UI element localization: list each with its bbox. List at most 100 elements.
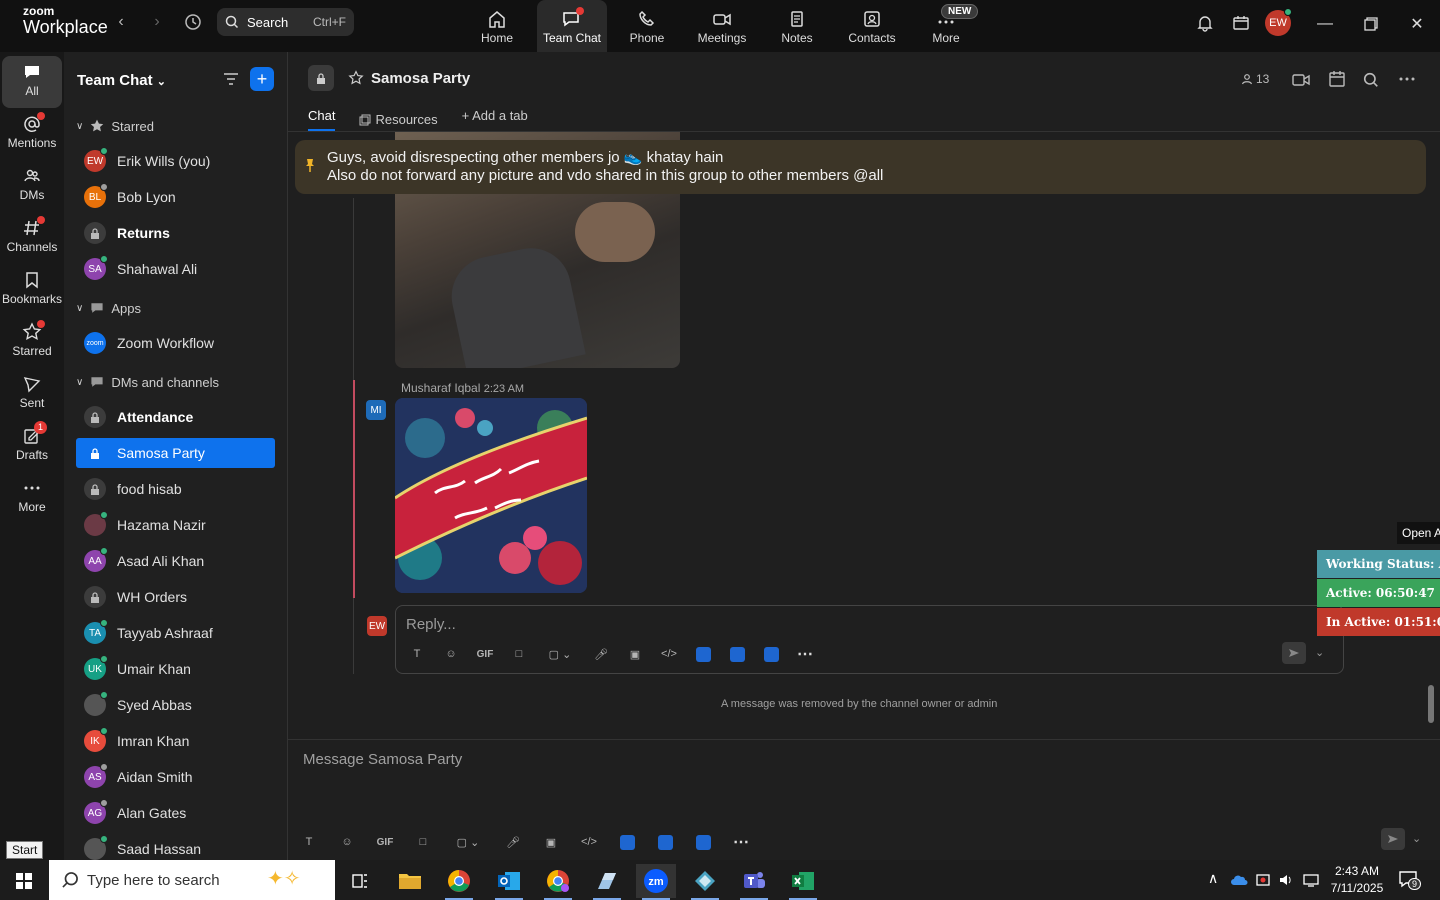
- app-icon[interactable]: [648, 834, 682, 850]
- calendar-widget-icon[interactable]: [1231, 13, 1251, 33]
- screenshot-icon[interactable]: ▢ ⌄: [536, 648, 584, 661]
- taskbar-clock[interactable]: 2:43 AM 7/11/2025: [1322, 863, 1392, 897]
- forward-arrow-icon[interactable]: ›: [147, 12, 167, 32]
- nav-phone[interactable]: Phone: [612, 0, 682, 52]
- code-icon[interactable]: </>: [652, 648, 686, 660]
- more-options-icon[interactable]: [1398, 76, 1416, 82]
- nav-notes[interactable]: Notes: [762, 0, 832, 52]
- app-icon[interactable]: [686, 834, 720, 850]
- chat-item-bob-lyon[interactable]: BL Bob Lyon: [76, 182, 275, 212]
- nav-home[interactable]: Home: [462, 0, 532, 52]
- send-button[interactable]: [1381, 828, 1405, 850]
- app-icon[interactable]: [610, 834, 644, 850]
- more-apps-icon[interactable]: ⋯: [788, 644, 822, 664]
- chat-item-shahawal-ali[interactable]: SA Shahawal Ali: [76, 254, 275, 284]
- video-message-icon[interactable]: ▣: [534, 836, 568, 849]
- video-message-icon[interactable]: ▣: [618, 648, 652, 661]
- section-dms-channels[interactable]: ∨ DMs and channels: [76, 374, 219, 390]
- rail-more[interactable]: More: [2, 472, 62, 524]
- message-scrollbar[interactable]: [1428, 132, 1434, 732]
- chat-item-asad-ali-khan[interactable]: AA Asad Ali Khan: [76, 546, 275, 576]
- chat-item-wh-orders[interactable]: WH Orders: [76, 582, 275, 612]
- bell-icon[interactable]: [1195, 13, 1215, 33]
- app-icon[interactable]: [685, 864, 725, 900]
- search-bar[interactable]: Search Ctrl+F: [217, 8, 354, 36]
- send-options-chevron-icon[interactable]: ⌄: [1315, 646, 1324, 659]
- chat-item-tayyab-ashraaf[interactable]: TA Tayyab Ashraaf: [76, 618, 275, 648]
- section-starred[interactable]: ∨ Starred: [76, 118, 154, 134]
- file-explorer-icon[interactable]: [390, 864, 430, 898]
- nav-contacts[interactable]: Contacts: [837, 0, 907, 52]
- sender-name[interactable]: Musharaf Iqbal: [401, 381, 480, 395]
- more-apps-icon[interactable]: ⋯: [724, 832, 758, 852]
- app-icon[interactable]: [686, 646, 720, 662]
- chat-item-umair-khan[interactable]: UK Umair Khan: [76, 654, 275, 684]
- emoji-icon[interactable]: ☺: [434, 648, 468, 660]
- chat-item-hazama-nazir[interactable]: Hazama Nazir: [76, 510, 275, 540]
- chat-item-alan-gates[interactable]: AG Alan Gates: [76, 798, 275, 828]
- text-format-icon[interactable]: T: [292, 836, 326, 848]
- new-chat-button[interactable]: +: [250, 67, 274, 91]
- search-icon[interactable]: [1363, 72, 1379, 88]
- reply-input[interactable]: Reply...: [406, 616, 456, 633]
- chat-item-samosa-party[interactable]: Samosa Party: [76, 438, 275, 468]
- microphone-icon[interactable]: 🎤︎: [584, 648, 618, 661]
- chrome-icon[interactable]: [439, 864, 479, 900]
- file-icon[interactable]: □: [502, 648, 536, 660]
- nav-team-chat[interactable]: Team Chat: [537, 0, 607, 52]
- tab-chat[interactable]: Chat: [308, 108, 336, 131]
- chat-item-zoom-workflow[interactable]: zoom Zoom Workflow: [76, 328, 275, 358]
- rail-mentions[interactable]: Mentions: [2, 108, 62, 160]
- rail-channels[interactable]: Channels: [2, 212, 62, 264]
- sender-avatar[interactable]: MI: [366, 400, 386, 420]
- rail-bookmarks[interactable]: Bookmarks: [2, 264, 62, 316]
- message-input[interactable]: Message Samosa Party: [303, 751, 462, 768]
- reply-box[interactable]: Reply... T ☺ GIF □ ▢ ⌄ 🎤︎ ▣ </> ⋯ ⌄: [395, 605, 1344, 674]
- chat-item-imran-khan[interactable]: IK Imran Khan: [76, 726, 275, 756]
- star-icon[interactable]: [348, 70, 364, 86]
- minimize-icon[interactable]: —: [1313, 12, 1337, 36]
- video-camera-icon[interactable]: [1292, 72, 1310, 88]
- microphone-icon[interactable]: 🎤︎: [496, 836, 530, 849]
- chat-item-returns[interactable]: Returns: [76, 218, 275, 248]
- app-icon[interactable]: [587, 864, 627, 900]
- rail-dms[interactable]: DMs: [2, 160, 62, 212]
- back-arrow-icon[interactable]: ‹: [111, 12, 131, 32]
- zoom-icon[interactable]: zm: [636, 864, 676, 900]
- scrollbar-thumb[interactable]: [1428, 685, 1434, 723]
- tray-expand-icon[interactable]: ∧: [1208, 870, 1218, 887]
- channel-title[interactable]: Samosa Party: [371, 70, 470, 87]
- taskbar-search[interactable]: Type here to search ✦✧: [49, 860, 335, 900]
- teams-icon[interactable]: [734, 864, 774, 900]
- section-apps[interactable]: ∨ Apps: [76, 300, 141, 316]
- notifications-icon[interactable]: 9: [1398, 869, 1422, 892]
- security-icon[interactable]: [1255, 872, 1271, 888]
- send-options-chevron-icon[interactable]: ⌄: [1412, 832, 1421, 845]
- onedrive-icon[interactable]: [1230, 874, 1248, 886]
- network-icon[interactable]: [1302, 872, 1320, 888]
- rail-drafts[interactable]: Drafts: [2, 420, 62, 472]
- emoji-icon[interactable]: ☺: [330, 836, 364, 848]
- chat-item-attendance[interactable]: Attendance: [76, 402, 275, 432]
- rail-starred[interactable]: Starred: [2, 316, 62, 368]
- chat-item-food-hisab[interactable]: food hisab: [76, 474, 275, 504]
- app-icon[interactable]: [720, 646, 754, 662]
- file-icon[interactable]: □: [406, 836, 440, 848]
- calendar-icon[interactable]: [1328, 70, 1346, 88]
- chat-item-syed-abbas[interactable]: Syed Abbas: [76, 690, 275, 720]
- outlook-icon[interactable]: [489, 864, 529, 900]
- members-button[interactable]: 13: [1241, 72, 1269, 86]
- sidebar-title[interactable]: Team Chat ⌄: [77, 72, 166, 89]
- close-icon[interactable]: ✕: [1405, 12, 1429, 36]
- message-image-artwork[interactable]: [395, 398, 587, 593]
- filter-icon[interactable]: [222, 70, 240, 88]
- gif-button[interactable]: GIF: [368, 837, 402, 848]
- tab-add[interactable]: + Add a tab: [462, 108, 528, 131]
- volume-icon[interactable]: [1278, 872, 1294, 888]
- code-icon[interactable]: </>: [572, 836, 606, 848]
- windows-start-icon[interactable]: [4, 864, 44, 898]
- text-format-icon[interactable]: T: [400, 648, 434, 660]
- nav-meetings[interactable]: Meetings: [687, 0, 757, 52]
- chat-item-erik-wills[interactable]: EW Erik Wills (you): [76, 146, 275, 176]
- chrome-profile-icon[interactable]: [538, 864, 578, 900]
